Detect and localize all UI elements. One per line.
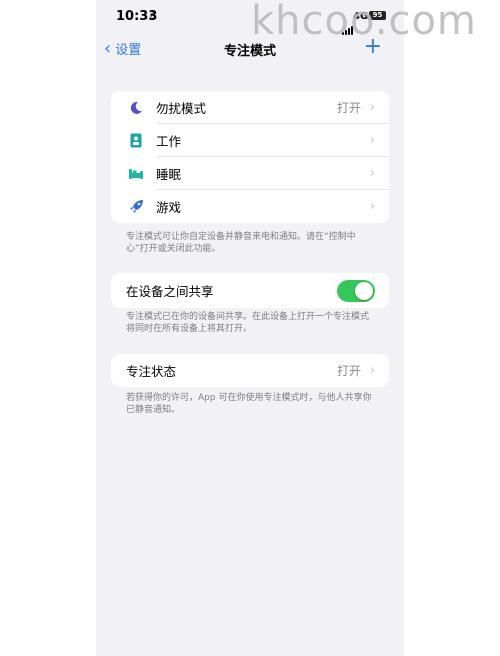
phone-screen: 10:33 ☾ 4G 95 khcoo.com ‹ 设置 专注模式 + 勿扰模式… [96,0,476,656]
share-toggle[interactable] [337,280,375,302]
toggle-knob [355,282,373,300]
list-item-do-not-disturb[interactable]: 勿扰模式 打开 › [111,91,389,124]
chevron-right-icon: › [369,363,375,378]
chevron-right-icon: › [369,133,375,148]
chevron-right-icon: › [369,100,375,115]
list-item-label: 勿扰模式 [156,101,207,116]
share-across-devices-row: 在设备之间共享 [111,273,389,308]
rocket-icon [128,199,144,215]
navigation-bar: ‹ 设置 专注模式 + [96,36,404,62]
chevron-right-icon: › [369,199,375,214]
chevron-right-icon: › [369,166,375,181]
list-item-work[interactable]: 工作 › [111,124,389,157]
share-label: 在设备之间共享 [126,284,214,299]
list-item-sleep[interactable]: 睡眠 › [111,157,389,190]
focus-status-card: 专注状态 打开 › [111,354,389,387]
list-item-gaming[interactable]: 游戏 › [111,190,389,223]
badge-icon [128,133,144,149]
plus-icon[interactable]: + [364,36,382,58]
focus-mode-list: 勿扰模式 打开 › 工作 › 睡眠 › 游戏 › [111,91,389,223]
share-footnote: 专注模式已在你的设备间共享。在此设备上打开一个专注模式将同时在所有设备上将其打开… [126,312,370,334]
list-item-label: 工作 [156,134,182,149]
focus-status-footnote: 若获得你的许可，App 可在你使用专注模式时，与他人共享你已静音通知。 [126,393,372,415]
page-title: 专注模式 [223,44,276,59]
share-across-devices-card: 在设备之间共享 [111,273,389,308]
focus-status-label: 专注状态 [126,364,177,379]
focus-status-row[interactable]: 专注状态 打开 › [111,354,389,387]
focus-status-value: 打开 [336,364,361,378]
list-item-label: 游戏 [156,200,182,215]
list-item-label: 睡眠 [156,167,182,182]
list-item-value: 打开 [336,101,361,115]
focus-modes-footnote: 专注模式可让你自定设备并静音来电和通知。请在“控制中心”打开或关闭此功能。 [126,232,356,254]
focus-moon-icon: ☾ [149,10,159,23]
bed-icon [128,166,144,182]
moon-icon [128,100,144,116]
